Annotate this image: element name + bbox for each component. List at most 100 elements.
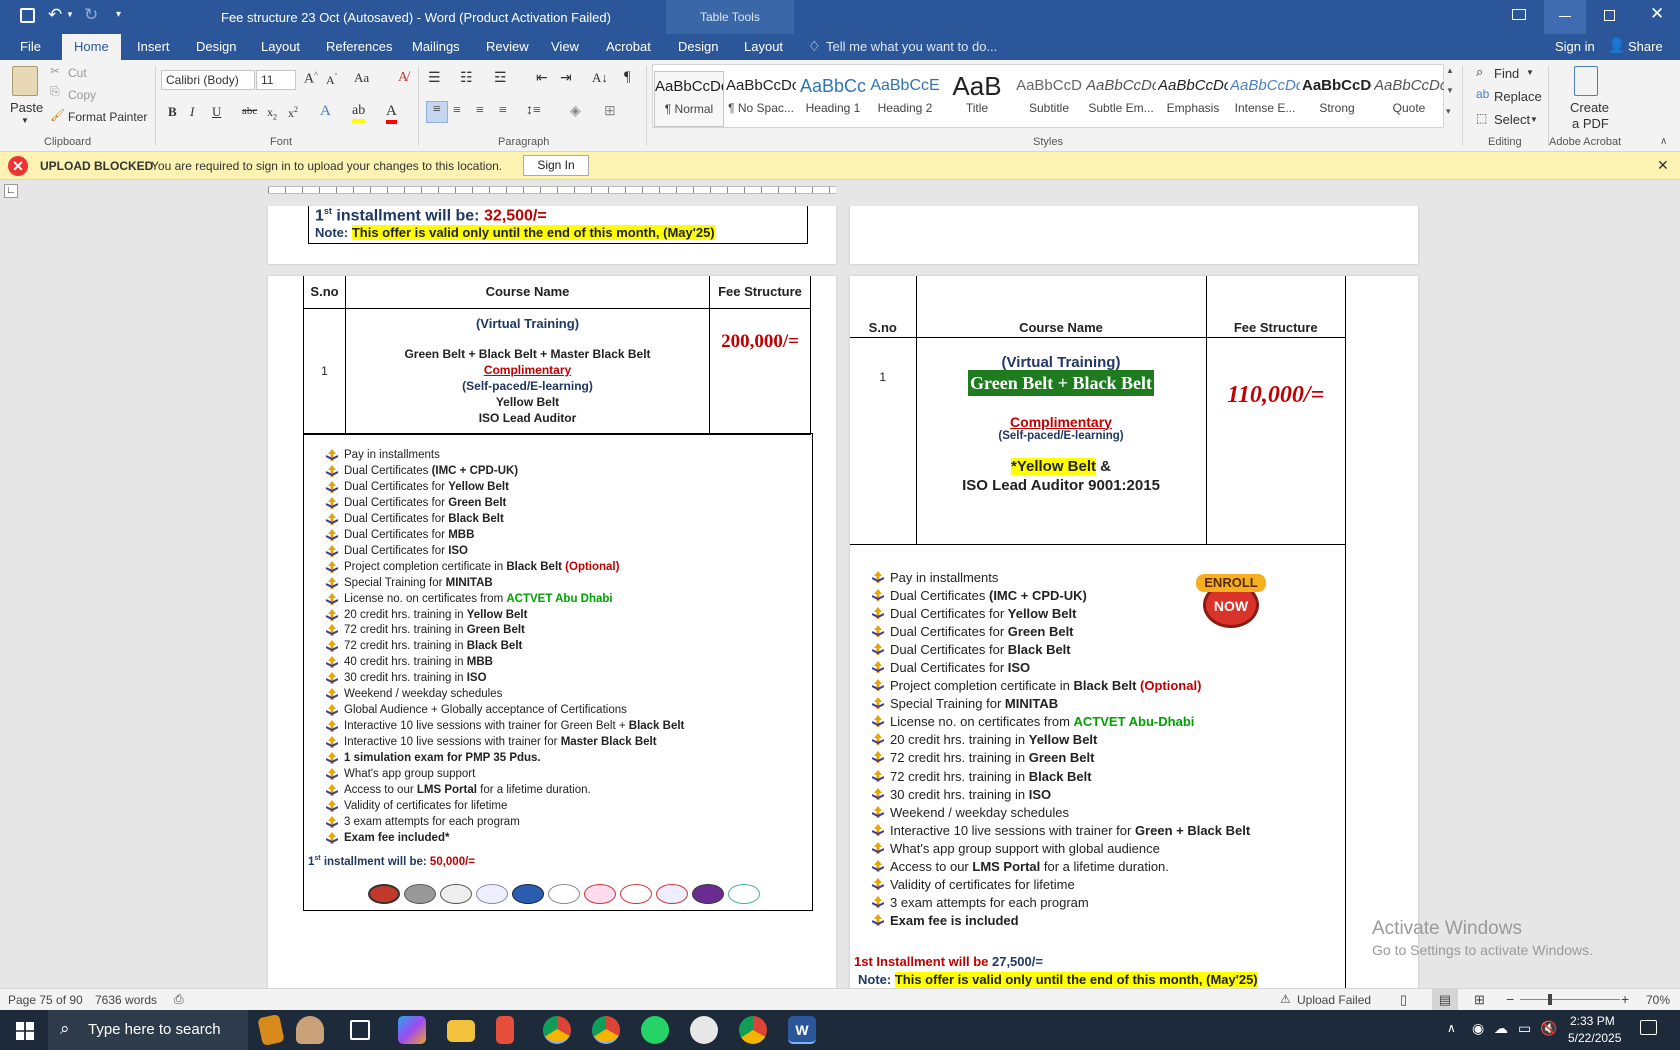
align-right-icon[interactable]: ≡ [476,103,484,119]
undo-dropdown-icon[interactable]: ▼ [66,10,74,19]
undo-icon[interactable]: ↶ [48,5,62,25]
styles-scroll-down-icon[interactable]: ▼ [1446,86,1454,95]
replace-button[interactable]: Replace [1494,89,1542,104]
style-strong[interactable]: AaBbCcDc Strong [1302,71,1372,127]
numbering-icon[interactable]: ☷ [460,70,473,87]
chrome-alt-icon[interactable] [739,1016,767,1044]
page-count[interactable]: Page 75 of 90 [8,993,83,1007]
italic-icon[interactable]: I [190,104,194,120]
web-layout-icon[interactable]: ⊞ [1474,992,1485,1008]
save-icon[interactable] [20,8,35,23]
bold-icon[interactable]: B [168,104,177,120]
style-heading-2[interactable]: AaBbCcE Heading 2 [870,71,940,127]
chrome-profile-icon[interactable] [592,1016,620,1044]
create-pdf-button[interactable]: Create [1570,100,1609,115]
justify-icon[interactable]: ≡ [499,103,507,119]
style-normal[interactable]: AaBbCcDc ¶ Normal [654,71,724,127]
zoom-out-icon[interactable]: − [1506,991,1514,1007]
close-button[interactable]: ✕ [1650,4,1664,24]
tab-table-design[interactable]: Design [678,39,718,54]
paste-button[interactable]: Paste [10,100,43,115]
ribbon-display-icon[interactable] [1512,9,1526,20]
tray-chevron-icon[interactable]: ∧ [1447,1021,1456,1035]
font-color-icon[interactable]: A [386,103,397,124]
paste-icon[interactable] [12,66,38,96]
styles-more-icon[interactable]: ▾ [1446,106,1451,117]
close-message-icon[interactable]: ✕ [1657,157,1669,174]
customize-toolbar-icon[interactable]: ▾ [116,9,121,20]
underline-icon[interactable]: U [212,104,221,120]
tab-selector-icon[interactable]: ∟ [4,184,18,198]
superscript-icon[interactable]: x2 [288,105,298,121]
find-button[interactable]: Find [1494,66,1519,81]
restore-button[interactable] [1604,10,1615,21]
tab-view[interactable]: View [551,39,579,54]
create-pdf-button-line2[interactable]: a PDF [1572,116,1609,131]
tab-acrobat[interactable]: Acrobat [606,39,651,54]
paste-dropdown-icon[interactable]: ▼ [21,116,29,125]
task-view-icon[interactable] [350,1020,370,1040]
decrease-indent-icon[interactable]: ⇤ [536,70,548,87]
sign-in-link[interactable]: Sign in [1555,39,1595,54]
shading-icon[interactable]: ◈ [570,103,581,120]
proofing-icon[interactable]: ⎙ [174,992,184,1007]
tray-volume-icon[interactable]: 🔇 [1540,1020,1557,1037]
change-case-icon[interactable]: Aa [354,70,369,86]
collapse-ribbon-icon[interactable]: ∧ [1660,136,1667,147]
style-subtitle[interactable]: AaBbCcD Subtitle [1014,71,1084,127]
print-layout-icon[interactable]: ▤ [1432,989,1458,1010]
grow-font-icon[interactable]: A^ [304,70,318,88]
chrome-icon[interactable] [543,1016,571,1044]
highlight-icon[interactable]: ab [352,103,366,123]
tab-references[interactable]: References [326,39,392,54]
tab-design[interactable]: Design [196,39,236,54]
tell-me-input[interactable]: Tell me what you want to do... [826,39,997,54]
clock-time[interactable]: 2:33 PM [1570,1014,1615,1028]
styles-scroll-up-icon[interactable]: ▲ [1446,66,1454,75]
sort-icon[interactable]: A↓ [592,70,608,86]
align-left-icon[interactable]: ≡ [426,101,448,123]
zoom-slider-thumb[interactable] [1548,994,1552,1005]
tab-layout[interactable]: Layout [261,39,300,54]
horizontal-ruler[interactable] [268,186,836,194]
show-marks-icon[interactable]: ¶ [624,69,631,86]
share-button[interactable]: Share [1628,39,1663,54]
pdf-app-icon[interactable] [496,1016,514,1044]
font-name-combo[interactable]: Calibri (Body) [161,70,255,90]
copy-button[interactable]: Copy [68,88,96,102]
shrink-font-icon[interactable]: Aˇ [326,72,337,88]
document-area[interactable]: 1st installment will be: 32,500/= Note: … [0,206,1680,988]
clear-formatting-icon[interactable]: A̸ [398,70,408,86]
whatsapp-icon[interactable] [641,1016,669,1044]
tab-home[interactable]: Home [62,34,121,60]
word-app-icon[interactable]: W [788,1016,816,1044]
tray-camera-icon[interactable]: ◉ [1472,1020,1484,1037]
find-dropdown-icon[interactable]: ▼ [1526,68,1534,77]
notification-icon[interactable] [1640,1020,1657,1035]
minimize-button[interactable] [1544,0,1586,34]
select-button[interactable]: Select [1494,112,1530,127]
clock-date[interactable]: 5/22/2025 [1568,1031,1621,1045]
cut-button[interactable]: Cut [68,66,87,80]
read-mode-icon[interactable]: ▯ [1400,992,1407,1008]
word-count[interactable]: 7636 words [95,993,157,1007]
style-quote[interactable]: AaBbCcDc Quote [1374,71,1444,127]
clock-app-icon[interactable] [690,1016,718,1044]
redo-icon[interactable]: ↻ [84,5,98,25]
tab-review[interactable]: Review [486,39,529,54]
hat-app-icon[interactable] [296,1016,324,1044]
zoom-in-icon[interactable]: + [1621,991,1629,1007]
tab-table-layout[interactable]: Layout [744,39,783,54]
tab-mailings[interactable]: Mailings [412,39,460,54]
multilevel-list-icon[interactable]: ☲ [494,70,507,87]
taskbar-search-box[interactable]: ⌕ Type here to search [48,1010,248,1050]
style-intense-emphasis[interactable]: AaBbCcDc Intense E... [1230,71,1300,127]
increase-indent-icon[interactable]: ⇥ [560,70,572,87]
file-explorer-icon[interactable] [447,1020,475,1042]
style-no-spacing[interactable]: AaBbCcDc ¶ No Spac... [726,71,796,127]
text-effects-icon[interactable]: A [320,103,331,120]
books-app-icon[interactable] [257,1014,285,1046]
taskbar-search-input[interactable]: Type here to search [88,1021,221,1038]
font-size-combo[interactable]: 11 [256,70,296,90]
bullets-icon[interactable]: ☰ [428,70,441,87]
